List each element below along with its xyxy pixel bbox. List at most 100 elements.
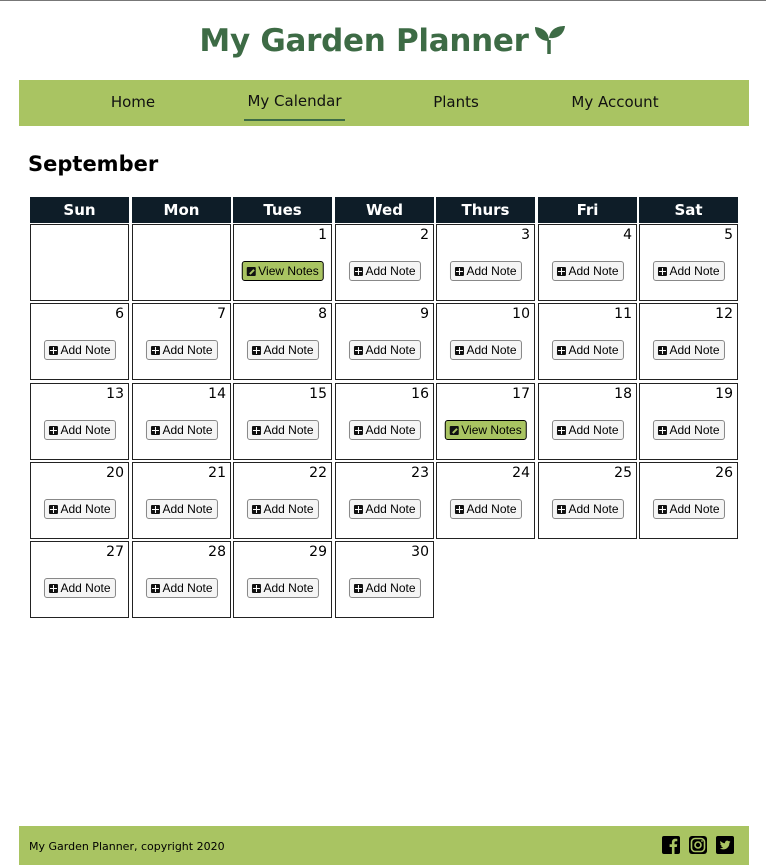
view-notes-button[interactable]: View Notes (241, 261, 324, 281)
nav-my-calendar[interactable]: My Calendar (244, 80, 345, 126)
add-note-button[interactable]: Add Note (449, 340, 522, 360)
calendar-day-3: 3 Add Note (436, 224, 535, 301)
calendar-day-7: 7 Add Note (132, 303, 231, 380)
calendar-day-24: 24 Add Note (436, 462, 535, 539)
calendar-day-5: 5 Add Note (639, 224, 738, 301)
calendar-day-28: 28 Add Note (132, 541, 231, 618)
button-label: Add Note (162, 343, 213, 357)
plus-square-icon (251, 346, 261, 355)
twitter-icon[interactable] (716, 836, 734, 854)
add-note-button[interactable]: Add Note (551, 499, 624, 519)
calendar-day-12: 12 Add Note (639, 303, 738, 380)
add-note-button[interactable]: Add Note (652, 499, 725, 519)
day-number: 24 (512, 465, 530, 481)
add-note-button[interactable]: Add Note (652, 420, 725, 440)
weekday-header-wed: Wed (335, 197, 434, 223)
day-number: 21 (208, 465, 226, 481)
button-label: Add Note (669, 423, 720, 437)
plus-square-icon (657, 505, 667, 514)
add-note-button[interactable]: Add Note (145, 578, 218, 598)
button-label: Add Note (60, 423, 111, 437)
weekday-header-sat: Sat (639, 197, 738, 223)
plus-square-icon (556, 267, 566, 276)
plus-square-icon (48, 346, 58, 355)
add-note-button[interactable]: Add Note (551, 261, 624, 281)
facebook-icon[interactable] (662, 836, 680, 854)
weekday-header-tues: Tues (233, 197, 332, 223)
add-note-button[interactable]: Add Note (348, 499, 421, 519)
day-number: 20 (106, 465, 124, 481)
add-note-button[interactable]: Add Note (348, 578, 421, 598)
day-number: 16 (411, 386, 429, 402)
day-number: 19 (715, 386, 733, 402)
plus-square-icon (48, 505, 58, 514)
nav-home[interactable]: Home (99, 80, 167, 126)
plus-square-icon (150, 426, 160, 435)
day-number: 25 (614, 465, 632, 481)
button-label: View Notes (258, 264, 319, 278)
add-note-button[interactable]: Add Note (348, 340, 421, 360)
add-note-button[interactable]: Add Note (145, 340, 218, 360)
plus-square-icon (657, 426, 667, 435)
add-note-button[interactable]: Add Note (246, 578, 319, 598)
day-number: 6 (115, 306, 124, 322)
button-label: Add Note (669, 502, 720, 516)
plus-square-icon (251, 584, 261, 593)
plus-square-icon (150, 584, 160, 593)
add-note-button[interactable]: Add Note (246, 499, 319, 519)
button-label: Add Note (568, 264, 619, 278)
add-note-button[interactable]: Add Note (348, 420, 421, 440)
add-note-button[interactable]: Add Note (449, 499, 522, 519)
button-label: Add Note (466, 264, 517, 278)
add-note-button[interactable]: Add Note (145, 420, 218, 440)
day-number: 5 (724, 227, 733, 243)
calendar-day-19: 19 Add Note (639, 383, 738, 460)
edit-icon (449, 426, 459, 435)
plus-square-icon (353, 505, 363, 514)
footer: My Garden Planner, copyright 2020 (19, 826, 749, 865)
plus-square-icon (454, 505, 464, 514)
button-label: Add Note (365, 502, 416, 516)
add-note-button[interactable]: Add Note (652, 340, 725, 360)
button-label: Add Note (568, 423, 619, 437)
calendar-day-14: 14 Add Note (132, 383, 231, 460)
main-nav: Home My Calendar Plants My Account (19, 80, 749, 126)
calendar-day-6: 6 Add Note (30, 303, 129, 380)
nav-my-account[interactable]: My Account (569, 80, 661, 126)
add-note-button[interactable]: Add Note (449, 261, 522, 281)
button-label: Add Note (568, 502, 619, 516)
add-note-button[interactable]: Add Note (43, 340, 116, 360)
view-notes-button[interactable]: View Notes (444, 420, 527, 440)
calendar-day-23: 23 Add Note (335, 462, 434, 539)
plus-square-icon (657, 346, 667, 355)
calendar-day-29: 29 Add Note (233, 541, 332, 618)
add-note-button[interactable]: Add Note (348, 261, 421, 281)
day-number: 13 (106, 386, 124, 402)
calendar-day-25: 25 Add Note (538, 462, 637, 539)
add-note-button[interactable]: Add Note (551, 420, 624, 440)
button-label: Add Note (60, 502, 111, 516)
button-label: Add Note (162, 502, 213, 516)
month-title: September (28, 152, 159, 176)
add-note-button[interactable]: Add Note (652, 261, 725, 281)
add-note-button[interactable]: Add Note (246, 420, 319, 440)
day-number: 3 (521, 227, 530, 243)
button-label: Add Note (568, 343, 619, 357)
plus-square-icon (48, 584, 58, 593)
add-note-button[interactable]: Add Note (145, 499, 218, 519)
add-note-button[interactable]: Add Note (43, 578, 116, 598)
add-note-button[interactable]: Add Note (43, 420, 116, 440)
calendar-day-13: 13 Add Note (30, 383, 129, 460)
add-note-button[interactable]: Add Note (246, 340, 319, 360)
nav-plants[interactable]: Plants (424, 80, 488, 126)
calendar-day-26: 26 Add Note (639, 462, 738, 539)
calendar-day-16: 16 Add Note (335, 383, 434, 460)
add-note-button[interactable]: Add Note (43, 499, 116, 519)
plus-square-icon (556, 426, 566, 435)
button-label: Add Note (60, 343, 111, 357)
add-note-button[interactable]: Add Note (551, 340, 624, 360)
calendar-day-21: 21 Add Note (132, 462, 231, 539)
instagram-icon[interactable] (689, 836, 707, 854)
button-label: Add Note (162, 581, 213, 595)
button-label: Add Note (162, 423, 213, 437)
